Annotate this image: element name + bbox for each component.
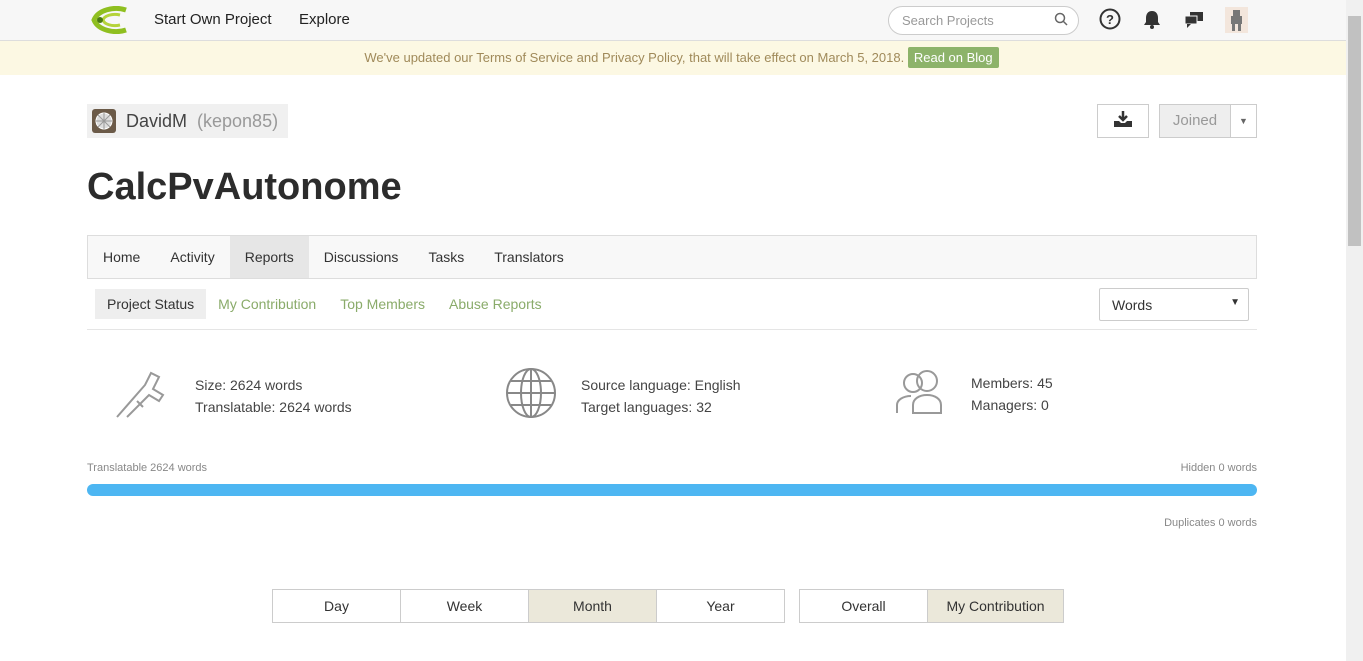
search-placeholder: Search Projects (902, 13, 994, 28)
scope-overall-button[interactable]: Overall (799, 589, 928, 623)
tab-home[interactable]: Home (88, 236, 155, 278)
project-title: CalcPvAutonome (87, 166, 402, 208)
scrollbar-thumb[interactable] (1348, 16, 1361, 246)
project-tabs: Home Activity Reports Discussions Tasks … (87, 235, 1257, 279)
notifications-bell-icon[interactable] (1143, 9, 1161, 34)
period-week-button[interactable]: Week (400, 589, 529, 623)
globe-icon (505, 367, 557, 425)
tab-discussions[interactable]: Discussions (309, 236, 414, 278)
managers-text: Managers: 0 (971, 397, 1049, 413)
tab-translators[interactable]: Translators (479, 236, 579, 278)
period-month-button[interactable]: Month (528, 589, 657, 623)
scope-selector: Overall My Contribution (799, 589, 1064, 623)
explore-link[interactable]: Explore (299, 11, 350, 28)
messages-icon[interactable] (1184, 11, 1204, 34)
report-subtabs: Project Status My Contribution Top Membe… (95, 289, 554, 319)
search-input[interactable]: Search Projects (888, 6, 1079, 35)
subtab-top-members[interactable]: Top Members (328, 289, 437, 319)
divider (87, 329, 1257, 330)
start-own-project-link[interactable]: Start Own Project (154, 11, 272, 28)
language-stat: Source language: English Target languages… (505, 367, 741, 425)
top-navbar: Start Own Project Explore Search Project… (0, 0, 1363, 41)
tab-activity[interactable]: Activity (155, 236, 229, 278)
translatable-text: Translatable: 2624 words (195, 399, 352, 415)
user-avatar[interactable] (1225, 7, 1248, 33)
help-icon[interactable]: ? (1099, 8, 1121, 35)
download-icon (1113, 110, 1133, 133)
translation-progress-bar (87, 484, 1257, 496)
members-text: Members: 45 (971, 375, 1053, 391)
members-stat: Members: 45 Managers: 0 (895, 367, 1053, 421)
owner-avatar (92, 109, 116, 133)
chevron-down-icon: ▼ (1230, 297, 1240, 308)
banner-text: We've updated our Terms of Service and P… (364, 50, 905, 65)
subtab-project-status[interactable]: Project Status (95, 289, 207, 319)
subtab-my-contribution[interactable]: My Contribution (206, 289, 328, 319)
target-languages-text: Target languages: 32 (581, 399, 712, 415)
read-on-blog-button[interactable]: Read on Blog (907, 47, 999, 68)
period-year-button[interactable]: Year (656, 589, 785, 623)
unit-select[interactable]: Words ▼ (1099, 288, 1249, 321)
hidden-label: Hidden 0 words (1180, 462, 1257, 474)
users-icon (895, 367, 947, 421)
scope-my-contribution-button[interactable]: My Contribution (927, 589, 1064, 623)
owner-name: DavidM (126, 110, 188, 131)
page-scrollbar[interactable] (1346, 0, 1363, 661)
search-icon[interactable] (1054, 12, 1068, 29)
crowdin-logo-icon[interactable] (90, 5, 128, 39)
source-language-text: Source language: English (581, 377, 741, 393)
size-text: Size: 2624 words (195, 377, 303, 393)
tab-tasks[interactable]: Tasks (413, 236, 479, 278)
period-day-button[interactable]: Day (272, 589, 401, 623)
size-stat: Size: 2624 words Translatable: 2624 words (115, 367, 352, 425)
tab-reports[interactable]: Reports (229, 236, 309, 278)
joined-dropdown-toggle[interactable]: ▼ (1231, 104, 1257, 138)
owner-handle: (kepon85) (197, 110, 279, 131)
subtab-abuse-reports[interactable]: Abuse Reports (437, 289, 554, 319)
period-selector: Day Week Month Year (272, 589, 785, 623)
joined-button[interactable]: Joined (1159, 104, 1231, 138)
duplicates-label: Duplicates 0 words (1164, 517, 1257, 529)
download-button[interactable] (1097, 104, 1149, 138)
caliper-icon (115, 367, 171, 425)
terms-banner: We've updated our Terms of Service and P… (0, 41, 1363, 75)
unit-select-value: Words (1112, 297, 1153, 313)
project-owner[interactable]: DavidM (kepon85) (87, 104, 289, 138)
svg-text:?: ? (1106, 12, 1114, 27)
translatable-label: Translatable 2624 words (87, 462, 208, 474)
